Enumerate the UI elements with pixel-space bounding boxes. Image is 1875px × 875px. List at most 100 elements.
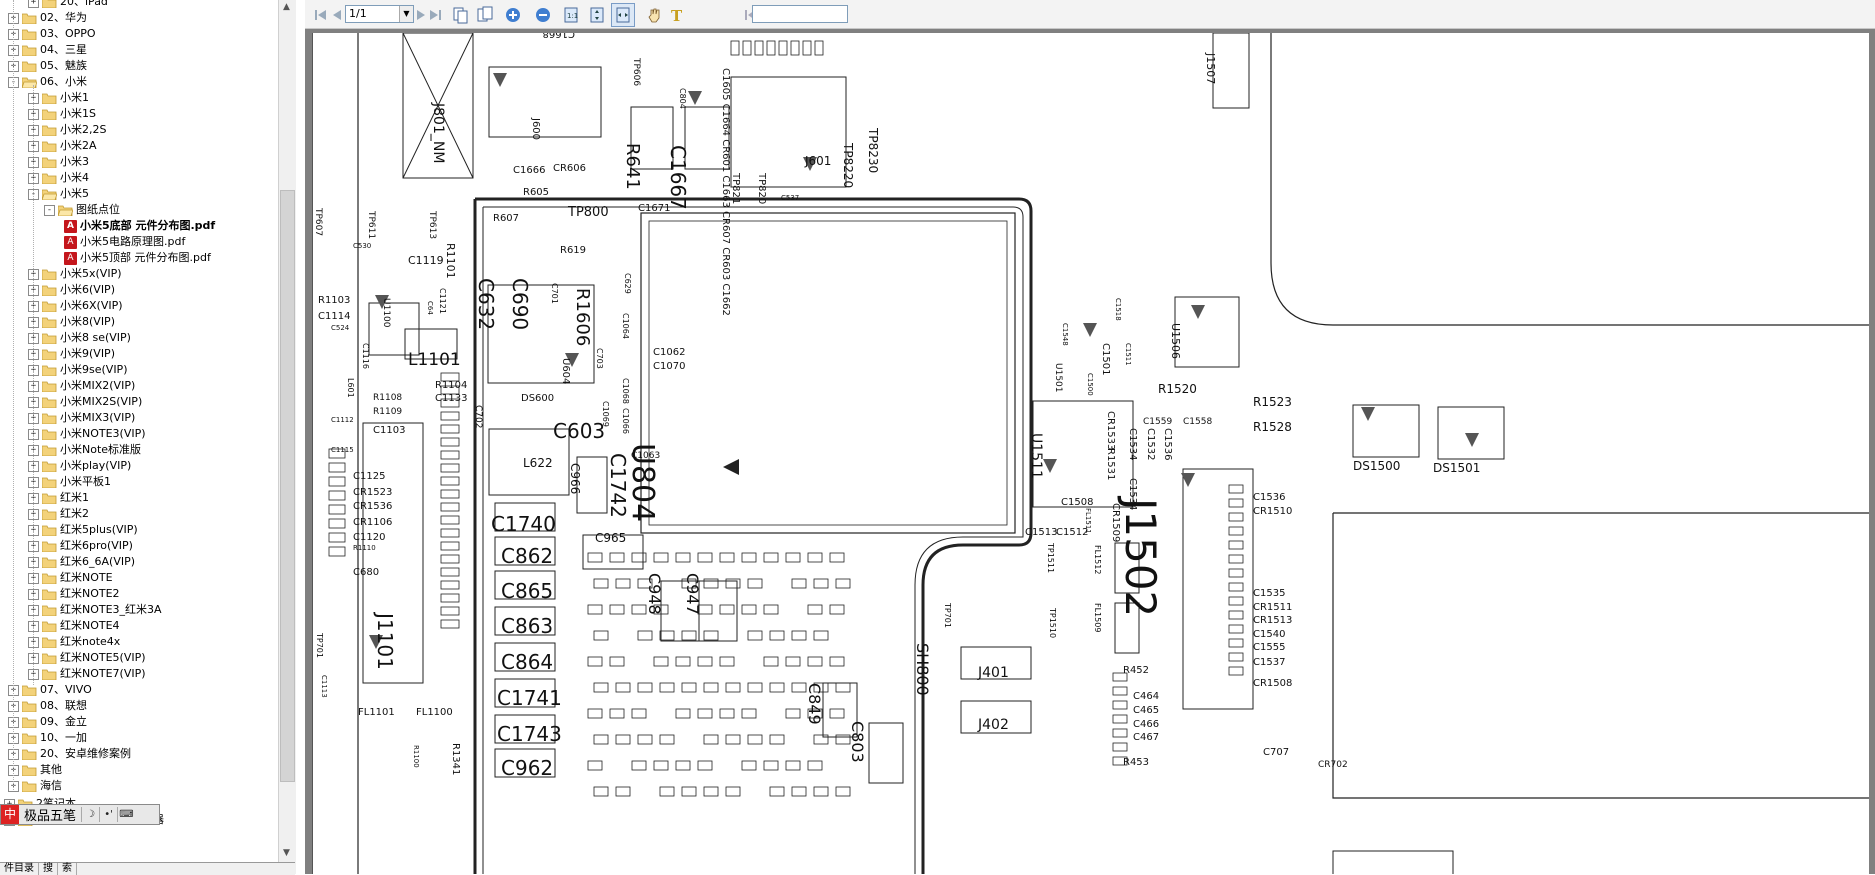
ime-toolbar[interactable]: 中 极品五笔 ☽ •' ⌨: [0, 804, 160, 825]
tree-item[interactable]: + 小米MIX2(VIP): [28, 378, 135, 394]
tree-item[interactable]: + 红米NOTE3_红米3A: [28, 602, 162, 618]
tree-guide-line: [13, 0, 14, 790]
tree-item[interactable]: + 小米2A: [28, 138, 97, 154]
actual-size-icon[interactable]: 1:1: [559, 3, 583, 27]
tree-item[interactable]: - 图纸点位: [44, 202, 120, 218]
tree-item[interactable]: + 红米NOTE7(VIP): [28, 666, 146, 682]
schematic-label: U1100: [381, 298, 391, 328]
tree-item[interactable]: + 小米9se(VIP): [28, 362, 127, 378]
schematic-label: J402: [977, 717, 1009, 733]
tree-item[interactable]: + 小米NOTE3(VIP): [28, 426, 146, 442]
tree-item[interactable]: +05、魅族: [8, 58, 87, 74]
tree-item[interactable]: +04、三星: [8, 42, 87, 58]
file-tree-panel[interactable]: +20、iPad +02、华为 +03、OPPO +04、三星 +05、魅族 -06、小米…: [0, 0, 279, 874]
ime-moon-icon[interactable]: ☽: [81, 807, 99, 822]
tree-item[interactable]: + 小米MIX3(VIP): [28, 410, 135, 426]
ime-punct-icon[interactable]: •': [99, 807, 117, 822]
tree-item[interactable]: + 红米NOTE2: [28, 586, 120, 602]
ime-logo-icon[interactable]: 中: [1, 805, 19, 824]
tree-item[interactable]: + 红米6pro(VIP): [28, 538, 133, 554]
tree-item[interactable]: + 小米play(VIP): [28, 458, 131, 474]
schematic-label: U1506: [1169, 323, 1182, 359]
tree-item[interactable]: + 小米平板1: [28, 474, 111, 490]
smd-pad: [785, 708, 801, 719]
tree-item[interactable]: + 红米NOTE5(VIP): [28, 650, 146, 666]
tree-item-label: 05、魅族: [40, 59, 87, 72]
tree-item[interactable]: A 小米5底部 元件分布图.pdf: [64, 218, 215, 234]
expand-toggle-icon[interactable]: -: [44, 204, 55, 216]
tree-item[interactable]: -06、小米: [8, 74, 87, 90]
scroll-down-arrow-icon[interactable]: ▼: [280, 846, 293, 860]
ime-keyboard-icon[interactable]: ⌨: [117, 807, 135, 822]
tree-item[interactable]: +07、VIVO: [8, 682, 92, 698]
tree-item[interactable]: + 红米note4x: [28, 634, 120, 650]
tree-item[interactable]: + 其他: [8, 762, 62, 778]
scroll-up-arrow-icon[interactable]: ▲: [280, 0, 293, 14]
export-page-icon[interactable]: [473, 3, 497, 27]
tree-item[interactable]: + 小米1: [28, 90, 89, 106]
copy-page-icon[interactable]: [449, 3, 473, 27]
smd-pad: [440, 424, 460, 434]
expand-toggle-icon[interactable]: +: [28, 0, 39, 8]
smd-pad: [791, 578, 807, 589]
text-select-icon[interactable]: T: [665, 3, 689, 27]
tree-item[interactable]: + 红米5plus(VIP): [28, 522, 138, 538]
schematic-label: TP613: [427, 210, 437, 239]
tree-item[interactable]: +09、金立: [8, 714, 87, 730]
tree-item-label: 红米5plus(VIP): [60, 523, 138, 536]
tree-item[interactable]: A 小米5顶部 元件分布图.pdf: [64, 250, 211, 266]
find-input[interactable]: [752, 5, 848, 23]
folder-icon: [42, 589, 57, 600]
zoom-out-icon[interactable]: [531, 3, 555, 27]
tree-item[interactable]: +20、安卓维修案例: [8, 746, 131, 762]
tab-directory[interactable]: 件目录: [0, 863, 39, 875]
smd-pad: [440, 476, 460, 486]
tree-item[interactable]: +02、华为: [8, 10, 87, 26]
page-dropdown-icon[interactable]: ▼: [399, 6, 413, 22]
tree-item[interactable]: + 红米NOTE: [28, 570, 113, 586]
tree-item[interactable]: + 小米3: [28, 154, 89, 170]
page-number-field[interactable]: 1/1 ▼: [345, 5, 414, 23]
tree-item-label: 20、iPad: [60, 0, 108, 8]
schematic-label: C862: [501, 544, 553, 568]
tree-item[interactable]: A 小米5电路原理图.pdf: [64, 234, 185, 250]
tree-item-label: 红米NOTE5(VIP): [60, 651, 146, 664]
tree-item[interactable]: +20、iPad: [28, 0, 108, 10]
tree-item[interactable]: +08、联想: [8, 698, 87, 714]
hand-tool-icon[interactable]: [643, 3, 667, 27]
folder-icon: [42, 0, 57, 8]
tree-item[interactable]: + 小米MIX2S(VIP): [28, 394, 142, 410]
schematic-label: C680: [353, 567, 379, 578]
tree-item[interactable]: + 小米6X(VIP): [28, 298, 123, 314]
tree-item[interactable]: + 红米2: [28, 506, 89, 522]
tree-scrollbar-thumb[interactable]: [280, 190, 295, 782]
smd-pad: [653, 552, 669, 563]
tree-item[interactable]: + 海信: [8, 778, 62, 794]
tree-item[interactable]: + 小米1S: [28, 106, 96, 122]
zoom-in-icon[interactable]: [501, 3, 525, 27]
smd-pad: [440, 437, 460, 447]
tree-item[interactable]: + 小米8(VIP): [28, 314, 115, 330]
fit-width-icon[interactable]: [611, 3, 635, 27]
tree-item[interactable]: +10、一加: [8, 730, 87, 746]
tree-item[interactable]: + 红米6_6A(VIP): [28, 554, 135, 570]
tree-item[interactable]: + 小米2,2S: [28, 122, 106, 138]
tree-item[interactable]: + 小米5x(VIP): [28, 266, 122, 282]
tree-item[interactable]: + 小米4: [28, 170, 89, 186]
tab-search-1[interactable]: 搜: [39, 863, 58, 875]
tree-item[interactable]: +03、OPPO: [8, 26, 96, 42]
tab-search-2[interactable]: 索: [58, 863, 77, 875]
fit-page-icon[interactable]: [585, 3, 609, 27]
smd-pad: [697, 552, 713, 563]
tree-item[interactable]: + 小米8 se(VIP): [28, 330, 131, 346]
tree-item[interactable]: + 小米Note标准版: [28, 442, 141, 458]
schematic-label: TP821: [730, 172, 741, 204]
tree-item[interactable]: + 小米9(VIP): [28, 346, 115, 362]
tree-item[interactable]: + 红米1: [28, 490, 89, 506]
tree-item[interactable]: - 小米5: [28, 186, 89, 202]
folder-icon: [42, 445, 57, 456]
tree-item[interactable]: + 小米6(VIP): [28, 282, 115, 298]
last-page-icon[interactable]: [423, 3, 447, 27]
tree-item[interactable]: + 红米NOTE4: [28, 618, 120, 634]
schematic-label: C629: [623, 273, 632, 294]
